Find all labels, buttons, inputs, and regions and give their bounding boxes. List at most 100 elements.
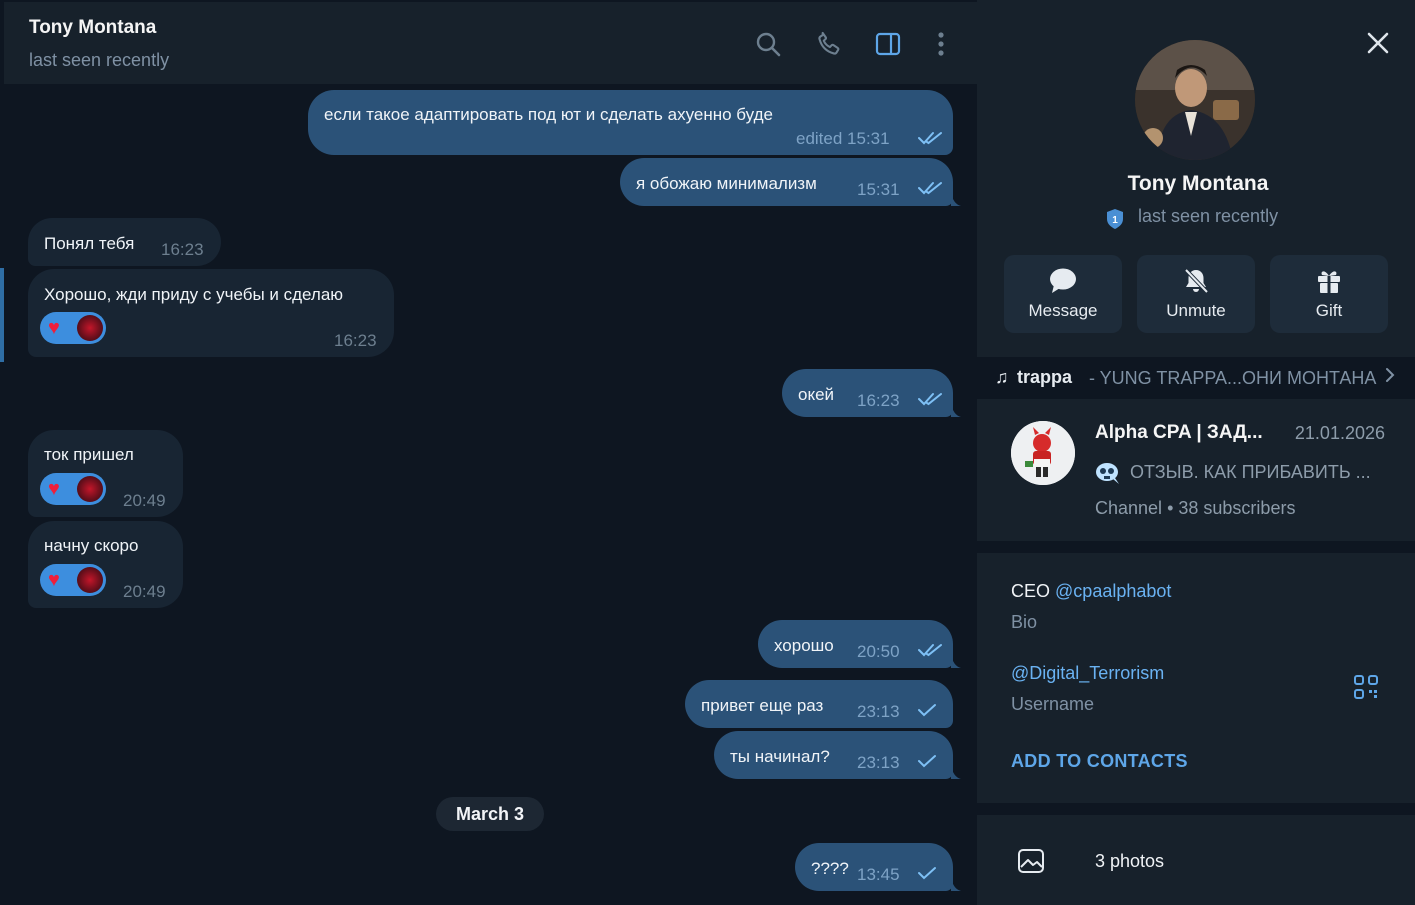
double-check-icon [918,644,942,657]
message-button[interactable]: Message [1004,255,1122,333]
section-divider [977,803,1415,815]
heart-icon: ♥ [48,569,60,591]
selection-accent [0,268,4,362]
avatar [77,567,103,593]
telegram-window: Tony Montana last seen recently если так… [0,0,1415,905]
check-icon [918,755,936,768]
music-track: trappa [1017,367,1073,387]
message-text: ты начинал? [730,747,830,766]
more-vertical-icon[interactable] [925,28,957,60]
double-check-icon [918,393,942,406]
profile-name: Tony Montana [1127,172,1269,195]
message-bubble-in[interactable]: Хорошо, жди приду с учебы и сделаю ♥ 16:… [28,269,394,357]
message-text: Понял тебя [44,234,135,253]
photos-count: 3 photos [1095,851,1165,871]
double-check-icon [918,182,942,195]
message-text: ???? [811,859,849,878]
profile-status: last seen recently [1138,206,1279,226]
message-time: 13:45 [857,865,900,884]
photo-icon [1018,849,1044,873]
reaction-chip[interactable]: ♥ [40,312,106,344]
gift-icon [1270,267,1388,295]
channel-avatar [1011,421,1075,485]
add-to-contacts-button[interactable]: ADD TO CONTACTS [1011,751,1188,772]
username-label: Username [1011,694,1095,714]
bio-label: Bio [1011,612,1038,632]
message-time: 20:49 [123,491,166,510]
bubble-tail [951,877,961,891]
message-text: я обожаю минимализм [636,174,817,193]
message-bubble-out[interactable]: окей 16:23 [782,369,953,417]
bubble-tail [951,765,961,779]
message-text: ток пришел [44,445,134,464]
profile-music-row[interactable]: ♫ trappa - YUNG TRAPPA...ОНИ МОНТАНА [977,357,1415,399]
message-text: хорошо [774,636,834,655]
message-bubble-out[interactable]: привет еще раз 23:13 [685,680,953,728]
channel-type: Channel [1095,498,1163,518]
message-text: привет еще раз [701,696,824,715]
personal-channel-card[interactable]: Alpha CPA | ЗАД... 21.01.2026 ОТЗЫВ. КАК… [977,399,1415,541]
bio-link[interactable]: @cpaalphabot [1055,581,1171,601]
bubble-tail [951,192,961,206]
bubble-tail [951,403,961,417]
message-time: 16:23 [334,331,377,350]
action-label: Unmute [1166,301,1226,320]
message-bubble-out[interactable]: если такое адаптировать под ют и сделать… [308,90,953,155]
action-label: Message [1028,301,1098,320]
date-separator: March 3 [436,797,544,831]
bio-prefix: CEO [1011,581,1051,601]
phone-icon[interactable] [813,28,845,60]
bio-value[interactable]: CEO @cpaalphabot [1011,581,1171,602]
chat-area: Tony Montana last seen recently если так… [0,0,977,905]
message-text: если такое адаптировать под ют и сделать… [324,105,773,124]
profile-info-section: CEO @cpaalphabot Bio @Digital_Terrorism … [977,553,1415,803]
dot-separator: • [1167,498,1179,518]
reaction-chip[interactable]: ♥ [40,564,106,596]
message-bubble-in[interactable]: Понял тебя 16:23 [28,218,221,266]
message-icon [1004,267,1122,295]
music-artist: - YUNG TRAPPA...ОНИ МОНТАНА [1089,368,1377,388]
message-text: Хорошо, жди приду с учебы и сделаю [44,285,344,304]
channel-preview: ОТЗЫВ. КАК ПРИБАВИТЬ ... [1130,462,1371,482]
qr-code-icon[interactable] [1353,674,1379,700]
unmute-button[interactable]: Unmute [1137,255,1255,333]
message-time: 23:13 [857,753,900,772]
shield-badge-icon: 1 [1107,209,1123,229]
message-bubble-out[interactable]: я обожаю минимализм 15:31 [620,158,953,206]
chat-title[interactable]: Tony Montana [29,17,156,39]
message-time: 23:13 [857,702,900,721]
chat-status: last seen recently [29,50,170,70]
message-time: 16:23 [161,240,204,259]
double-check-icon [918,132,942,145]
message-bubble-out[interactable]: ты начинал? 23:13 [714,731,953,779]
skull-chat-icon [1096,463,1119,484]
svg-text:1: 1 [1112,215,1118,226]
reaction-chip[interactable]: ♥ [40,473,106,505]
profile-panel: Tony Montana 1 last seen recently Messag… [977,0,1415,905]
message-time: 20:50 [857,642,900,661]
search-icon[interactable] [752,28,784,60]
message-time: edited 15:31 [796,129,890,148]
channel-date: 21.01.2026 [1294,423,1385,443]
music-note-icon: ♫ [995,367,1009,387]
avatar [77,315,103,341]
profile-avatar[interactable] [1135,40,1255,160]
gift-button[interactable]: Gift [1270,255,1388,333]
heart-icon: ♥ [48,317,60,339]
chevron-right-icon [1385,367,1395,388]
message-bubble-in[interactable]: начну скоро ♥ 20:49 [28,521,183,608]
message-bubble-out[interactable]: ???? 13:45 [795,843,953,891]
username-value[interactable]: @Digital_Terrorism [1011,663,1164,684]
message-time: 20:49 [123,582,166,601]
shared-photos-row[interactable]: 3 photos [977,815,1415,905]
sidebar-toggle-icon[interactable] [872,28,904,60]
message-bubble-in[interactable]: ток пришел ♥ 20:49 [28,430,183,517]
bell-off-icon [1137,267,1255,295]
close-icon[interactable] [1363,28,1393,58]
heart-icon: ♥ [48,478,60,500]
message-bubble-out[interactable]: хорошо 20:50 [758,620,953,668]
chat-header[interactable]: Tony Montana last seen recently [4,2,977,84]
avatar [77,476,103,502]
message-time: 16:23 [857,391,900,410]
check-icon [918,704,936,717]
